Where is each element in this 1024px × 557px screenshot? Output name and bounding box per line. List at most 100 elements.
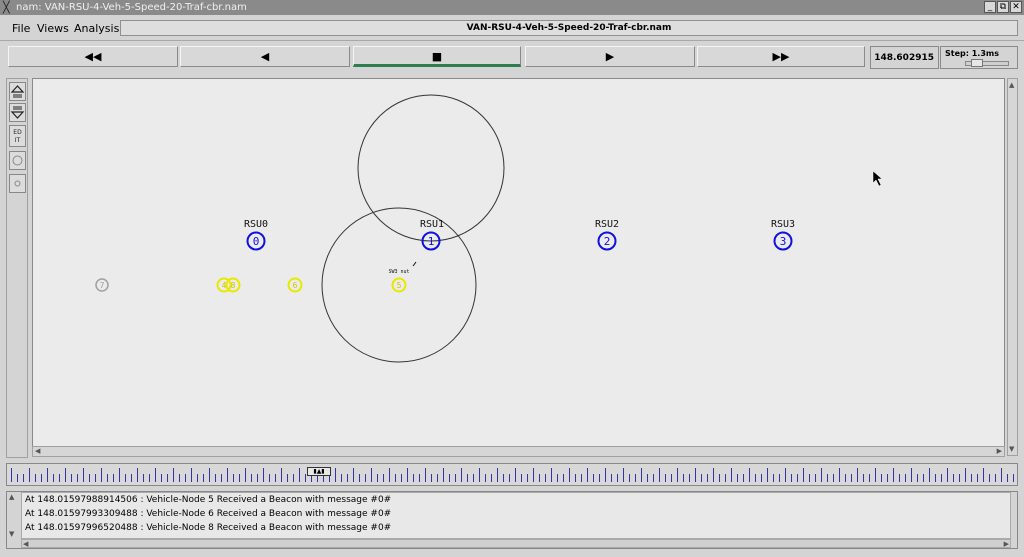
menu-views[interactable]: Views	[37, 22, 69, 35]
scroll-right-icon[interactable]: ▶	[1004, 540, 1009, 548]
time-tick	[197, 474, 198, 482]
rsu-label: RSU2	[595, 219, 619, 230]
time-tick	[953, 474, 954, 482]
time-tick	[437, 474, 438, 482]
time-tick	[65, 468, 66, 482]
time-tick	[473, 474, 474, 482]
rsu-label: RSU1	[420, 219, 444, 230]
time-tick	[815, 474, 816, 482]
scroll-down-icon[interactable]: ▼	[9, 530, 14, 538]
time-tick	[593, 474, 594, 482]
log-vertical-scrollbar[interactable]: ▲ ▼	[7, 492, 19, 539]
time-tick	[701, 474, 702, 482]
rsu-node-1[interactable]: RSU1 1	[420, 219, 444, 251]
vehicle-node-8[interactable]: 8	[225, 277, 241, 293]
fast-forward-button[interactable]: ▶▶	[697, 46, 865, 67]
edit-button[interactable]: ED IT	[9, 125, 26, 147]
time-tick	[239, 474, 240, 482]
rsu-node-0[interactable]: RSU0 0	[244, 219, 268, 251]
step-slider-thumb[interactable]	[971, 59, 983, 67]
time-tick	[263, 468, 264, 482]
time-tick	[569, 468, 570, 482]
time-tick	[1013, 474, 1014, 482]
time-tick	[563, 474, 564, 482]
time-tick	[749, 468, 750, 482]
time-tick	[407, 468, 408, 482]
rewind-button[interactable]: ◀◀	[8, 46, 178, 67]
time-tick	[635, 474, 636, 482]
time-tick	[761, 474, 762, 482]
time-slider-thumb[interactable]: ▮▲▮	[307, 467, 331, 476]
log-horizontal-scrollbar[interactable]: ◀ ▶	[21, 539, 1011, 548]
stop-button[interactable]: ■	[353, 46, 521, 67]
time-tick	[479, 468, 480, 482]
scroll-up-icon[interactable]: ▲	[9, 493, 14, 501]
time-tick	[809, 474, 810, 482]
time-tick	[719, 474, 720, 482]
time-tick	[467, 474, 468, 482]
mouse-cursor-icon	[872, 170, 883, 187]
time-tick	[833, 474, 834, 482]
vehicle-id: 5	[397, 281, 402, 290]
time-tick	[641, 468, 642, 482]
scroll-left-icon[interactable]: ◀	[23, 540, 28, 548]
time-tick	[191, 468, 192, 482]
scroll-up-icon[interactable]: ▲	[1009, 81, 1014, 89]
close-button[interactable]: ✕	[1010, 1, 1022, 13]
rsu-node-2[interactable]: RSU2 2	[595, 219, 619, 251]
time-tick	[671, 474, 672, 482]
canvas-horizontal-scrollbar[interactable]: ◀ ▶	[32, 446, 1005, 457]
step-control: Step: 1.3ms	[940, 46, 1018, 69]
time-tick	[113, 474, 114, 482]
time-tick	[251, 474, 252, 482]
log-list[interactable]: At 148.01597988914506 : Vehicle-Node 5 R…	[21, 492, 1011, 539]
menu-analysis[interactable]: Analysis	[74, 22, 119, 35]
network-scene: RSU0 0 RSU1 1 RSU2 2 RSU3 3 7 4 8 6 5 SW…	[95, 94, 883, 363]
play-button[interactable]: ▶	[525, 46, 695, 67]
time-tick	[77, 474, 78, 482]
time-tick	[737, 474, 738, 482]
time-tick	[995, 474, 996, 482]
vehicle-node-7[interactable]: 7	[95, 278, 109, 292]
vehicle-node-6[interactable]: 6	[287, 277, 303, 293]
scroll-down-icon[interactable]: ▼	[1009, 445, 1014, 453]
vehicle-node-5[interactable]: 5	[391, 277, 407, 293]
rsu-node-3[interactable]: RSU3 3	[771, 219, 795, 251]
animation-canvas[interactable]: RSU0 0 RSU1 1 RSU2 2 RSU3 3 7 4 8 6 5 SW…	[32, 78, 1005, 456]
time-tick	[485, 474, 486, 482]
time-tick	[899, 474, 900, 482]
annotation-panel: ▲ ▼ At 148.01597988914506 : Vehicle-Node…	[6, 491, 1018, 549]
zoom-in-icon[interactable]	[9, 82, 26, 101]
time-tick	[521, 474, 522, 482]
menu-file[interactable]: File	[12, 22, 30, 35]
time-tick	[911, 468, 912, 482]
link-tool-icon[interactable]	[9, 174, 26, 193]
time-tick	[419, 474, 420, 482]
time-tick	[977, 474, 978, 482]
time-slider[interactable]: ▮▲▮	[6, 463, 1018, 486]
scroll-right-icon[interactable]: ▶	[997, 447, 1002, 455]
time-tick	[275, 474, 276, 482]
rsu-id: 0	[253, 235, 260, 248]
time-tick	[287, 474, 288, 482]
time-tick	[989, 474, 990, 482]
maximize-button[interactable]: ⧉	[997, 1, 1009, 13]
canvas-vertical-scrollbar[interactable]: ▲ ▼	[1007, 78, 1018, 456]
zoom-out-icon[interactable]	[9, 103, 26, 122]
time-tick	[689, 474, 690, 482]
time-tick	[143, 474, 144, 482]
time-tick	[101, 468, 102, 482]
time-tick	[161, 474, 162, 482]
scroll-left-icon[interactable]: ◀	[35, 447, 40, 455]
time-tick	[713, 468, 714, 482]
time-tick	[11, 468, 12, 482]
rsu-label: RSU3	[771, 219, 795, 230]
time-tick	[179, 474, 180, 482]
vehicle-id: 8	[231, 281, 236, 290]
time-tick	[923, 474, 924, 482]
node-tool-icon[interactable]	[9, 151, 26, 170]
minimize-button[interactable]: _	[984, 1, 996, 13]
time-tick	[773, 474, 774, 482]
step-back-button[interactable]: ◀	[180, 46, 350, 67]
rsu-id: 3	[780, 235, 787, 248]
